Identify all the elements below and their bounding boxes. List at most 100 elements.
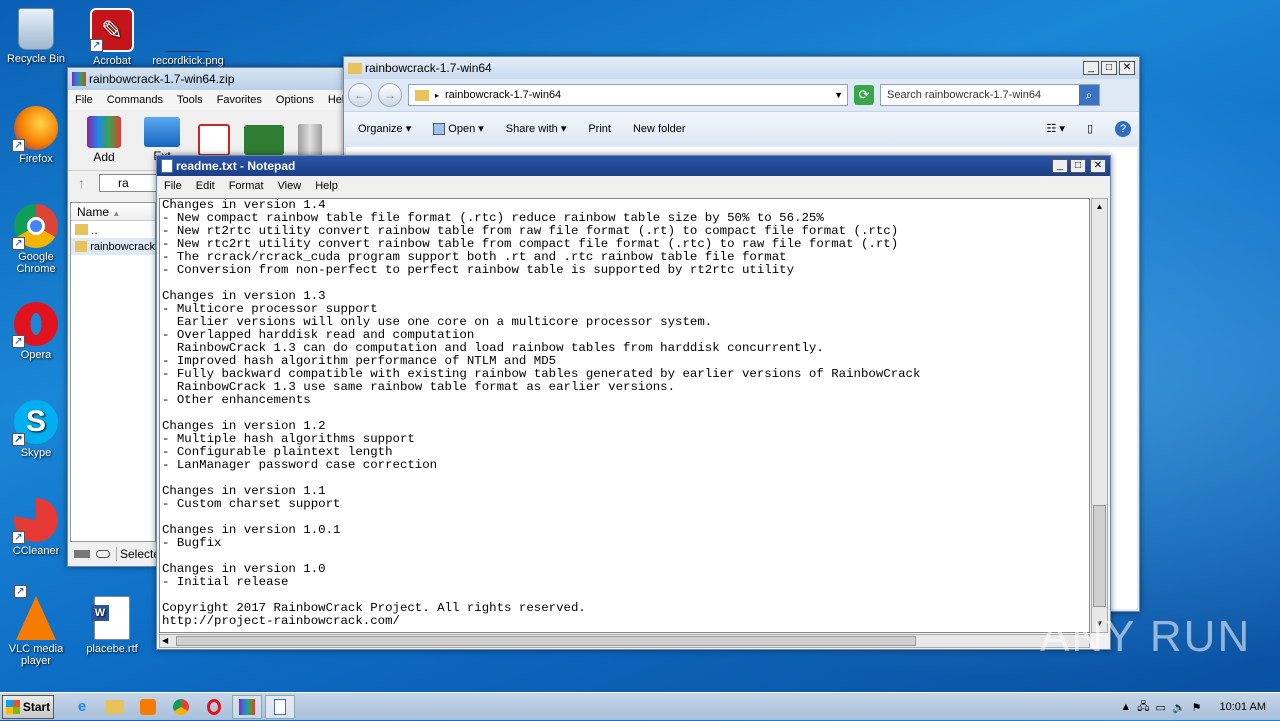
recycle-bin-desktop-icon[interactable]: Recycle Bin xyxy=(0,8,72,65)
search-input[interactable]: Search rainbowcrack-1.7-win64 ⌕ xyxy=(880,84,1100,106)
ccleaner-icon: ↗ xyxy=(12,498,58,544)
opera-icon: ↗ xyxy=(12,302,58,348)
horizontal-scroll-thumb[interactable] xyxy=(176,636,916,646)
chevron-down-icon[interactable]: ▼ xyxy=(834,90,847,100)
address-bar[interactable]: ▸ rainbowcrack-1.7-win64 ▼ xyxy=(408,84,848,106)
notepad-menu-format[interactable]: Format xyxy=(222,180,271,192)
back-button[interactable]: ← xyxy=(348,83,372,107)
open-button[interactable]: Open ▾ xyxy=(433,122,484,136)
sort-up-icon: ▲ xyxy=(112,209,121,218)
winrar-menu-favorites[interactable]: Favorites xyxy=(210,94,269,106)
notepad-window[interactable]: readme.txt - Notepad _ □ ✕ File Edit For… xyxy=(156,155,1111,650)
notepad-icon xyxy=(161,159,173,173)
scroll-left-arrow-icon[interactable]: ◀ xyxy=(162,635,168,647)
firefox-desktop-icon[interactable]: ↗ Firefox xyxy=(0,106,72,165)
winrar-menu-file[interactable]: File xyxy=(68,94,100,106)
winrar-file-list[interactable]: Name ▲ .. rainbowcrack xyxy=(70,202,156,542)
new-folder-button[interactable]: New folder xyxy=(633,123,686,135)
network-icon[interactable]: 🖧 xyxy=(1137,698,1149,717)
vertical-scrollbar[interactable]: ▲ ▼ xyxy=(1091,198,1108,633)
view-options-icon[interactable]: ☷ ▾ xyxy=(1046,122,1064,135)
notepad-menubar: File Edit Format View Help xyxy=(157,176,1110,196)
delete-trash-icon[interactable] xyxy=(298,124,322,156)
start-button[interactable]: Start xyxy=(2,694,54,719)
minimize-button[interactable]: _ xyxy=(1083,61,1099,75)
explorer-address-row: ← → ▸ rainbowcrack-1.7-win64 ▼ ⟳ Search … xyxy=(344,79,1139,111)
notepad-menu-edit[interactable]: Edit xyxy=(189,180,222,192)
extract-folder-icon xyxy=(144,117,180,147)
winrar-add-button[interactable]: Add xyxy=(82,116,126,164)
notepad-menu-help[interactable]: Help xyxy=(308,180,345,192)
chrome-desktop-icon[interactable]: ↗ Google Chrome xyxy=(0,204,72,275)
recordkick-desktop-icon[interactable]: recordkick.png xyxy=(152,8,224,67)
breadcrumb-chevron-icon[interactable]: ▸ xyxy=(435,91,439,100)
skype-icon: S ↗ xyxy=(12,400,58,446)
file-row[interactable]: .. xyxy=(71,221,155,238)
search-icon[interactable]: ⌕ xyxy=(1079,85,1099,105)
internet-explorer-taskbar-icon[interactable]: e xyxy=(67,695,97,719)
explorer-taskbar-icon[interactable] xyxy=(100,695,130,719)
print-button[interactable]: Print xyxy=(588,123,611,135)
maximize-button[interactable]: □ xyxy=(1070,159,1086,173)
winrar-app-icon xyxy=(72,72,86,86)
show-hidden-icons-icon[interactable]: ▲ xyxy=(1120,701,1131,713)
notepad-taskbar-icon[interactable] xyxy=(265,694,295,719)
ccleaner-desktop-icon[interactable]: ↗ CCleaner xyxy=(0,498,72,557)
winrar-menu-tools[interactable]: Tools xyxy=(170,94,210,106)
view-book-icon[interactable] xyxy=(244,125,284,155)
open-icon xyxy=(433,123,446,136)
winrar-statusbar: Selected xyxy=(70,545,167,563)
close-button[interactable]: ✕ xyxy=(1119,61,1135,75)
drive-icon xyxy=(74,550,90,558)
notepad-text-area[interactable]: Changes in version 1.4 - New compact rai… xyxy=(159,198,1090,633)
chrome-taskbar-icon[interactable] xyxy=(166,695,196,719)
refresh-icon[interactable]: ⟳ xyxy=(854,85,874,105)
share-with-button[interactable]: Share with ▾ xyxy=(506,122,567,135)
recycle-bin-icon xyxy=(18,8,54,50)
vertical-scroll-thumb[interactable] xyxy=(1093,505,1106,607)
volume-icon[interactable]: 🔈 xyxy=(1172,701,1186,714)
skype-desktop-icon[interactable]: S ↗ Skype xyxy=(0,400,72,459)
action-center-flag-icon[interactable]: ⚑ xyxy=(1192,701,1202,714)
clock[interactable]: 10:01 AM xyxy=(1220,701,1266,713)
opera-taskbar-icon[interactable] xyxy=(199,695,229,719)
add-archive-icon xyxy=(87,116,121,148)
notepad-menu-view[interactable]: View xyxy=(271,180,309,192)
taskbar: Start e ▲ 🖧 ▭ 🔈 ⚑ 10:01 AM xyxy=(0,692,1280,720)
explorer-titlebar[interactable]: rainbowcrack-1.7-win64 _ □ ✕ xyxy=(344,57,1139,79)
anyrun-watermark: ANY RUN xyxy=(1040,612,1252,661)
placebe-desktop-icon[interactable]: W placebe.rtf xyxy=(76,596,148,655)
firefox-icon: ↗ xyxy=(12,106,58,152)
maximize-button[interactable]: □ xyxy=(1101,61,1117,75)
acrobat-desktop-icon[interactable]: ✎ ↗ Acrobat xyxy=(76,8,148,67)
name-column-header[interactable]: Name ▲ xyxy=(71,203,155,221)
scroll-up-arrow-icon[interactable]: ▲ xyxy=(1092,199,1107,215)
vlc-desktop-icon[interactable]: ↗ VLC media player xyxy=(0,585,72,667)
notepad-titlebar[interactable]: readme.txt - Notepad _ □ ✕ xyxy=(157,156,1110,176)
winrar-titlebar[interactable]: rainbowcrack-1.7-win64.zip xyxy=(68,68,356,90)
forward-button[interactable]: → xyxy=(378,83,402,107)
minimize-button[interactable]: _ xyxy=(1052,159,1068,173)
key-icon xyxy=(96,550,110,558)
up-arrow-icon[interactable]: ↑ xyxy=(78,175,85,191)
explorer-command-bar: Organize ▾ Open ▾ Share with ▾ Print New… xyxy=(344,111,1139,145)
folder-icon xyxy=(75,224,88,235)
windows-logo-icon xyxy=(5,699,20,714)
winrar-menu-commands[interactable]: Commands xyxy=(100,94,170,106)
organize-button[interactable]: Organize ▾ xyxy=(358,122,411,135)
opera-desktop-icon[interactable]: ↗ Opera xyxy=(0,302,72,361)
monitor-icon[interactable]: ▭ xyxy=(1156,701,1166,714)
media-player-taskbar-icon[interactable] xyxy=(133,695,163,719)
image-file-icon xyxy=(166,8,210,52)
close-button[interactable]: ✕ xyxy=(1090,159,1106,173)
notepad-menu-file[interactable]: File xyxy=(157,180,189,192)
winrar-menu-options[interactable]: Options xyxy=(269,94,321,106)
horizontal-scrollbar[interactable]: ◀ xyxy=(159,634,1090,648)
help-icon[interactable]: ? xyxy=(1115,120,1131,137)
breadcrumb[interactable]: rainbowcrack-1.7-win64 xyxy=(445,89,828,101)
preview-pane-icon[interactable]: ▯ xyxy=(1087,122,1093,135)
file-row[interactable]: rainbowcrack xyxy=(71,238,155,255)
test-icon[interactable] xyxy=(198,124,230,156)
winrar-taskbar-icon[interactable] xyxy=(232,694,262,719)
vlc-cone-icon: ↗ xyxy=(14,585,56,640)
